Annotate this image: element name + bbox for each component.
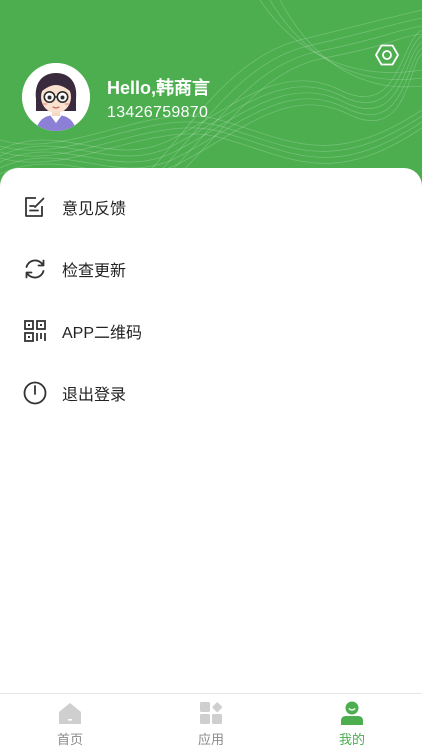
refresh-icon	[22, 256, 48, 282]
user-greeting: Hello,韩商言	[107, 78, 211, 98]
menu-item-feedback[interactable]: 意见反馈	[0, 179, 422, 235]
qrcode-icon	[22, 318, 48, 344]
apps-icon	[200, 702, 223, 724]
menu-item-logout[interactable]: 退出登录	[0, 365, 422, 421]
tab-home[interactable]: 首页	[0, 694, 140, 750]
user-phone: 13426759870	[107, 104, 209, 121]
tab-label: 应用	[197, 732, 224, 747]
avatar-illustration	[22, 63, 90, 131]
menu-item-label: 退出登录	[62, 387, 127, 404]
menu-item-label: 检查更新	[62, 263, 127, 280]
bottom-tab-bar: 首页 应用 我的	[0, 693, 422, 750]
settings-button[interactable]	[372, 40, 402, 70]
profile-page: Hello,韩商言 13426759870 意见反馈 检查更新 APP二维码 退…	[0, 0, 422, 750]
menu-item-app-qrcode[interactable]: APP二维码	[0, 303, 422, 359]
tab-label: 首页	[56, 732, 83, 747]
power-icon	[22, 380, 48, 406]
avatar[interactable]	[22, 63, 90, 131]
menu-item-check-update[interactable]: 检查更新	[0, 241, 422, 297]
tab-mine[interactable]: 我的	[282, 694, 422, 750]
tab-apps[interactable]: 应用	[141, 694, 281, 750]
feedback-icon	[22, 194, 48, 220]
home-icon	[59, 703, 81, 724]
menu-item-label: 意见反馈	[62, 201, 127, 218]
menu-card: 意见反馈 检查更新 APP二维码 退出登录	[0, 168, 422, 693]
tab-label: 我的	[338, 732, 365, 747]
settings-icon	[375, 44, 399, 66]
menu-item-label: APP二维码	[62, 325, 143, 342]
user-icon	[341, 701, 363, 725]
